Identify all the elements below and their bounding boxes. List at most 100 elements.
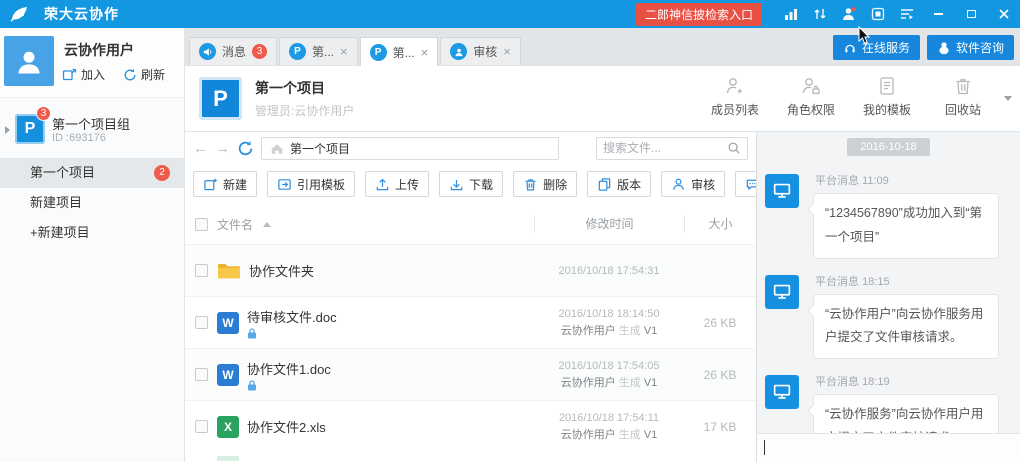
lock-icon [247, 328, 337, 339]
forward-button[interactable]: → [215, 141, 230, 156]
toolbar-button[interactable]: 下载 [439, 171, 503, 197]
word-file-icon: W [217, 364, 239, 386]
row-checkbox[interactable] [195, 264, 208, 277]
penguin-icon [937, 41, 951, 55]
join-button[interactable]: 加入 [62, 66, 105, 83]
platform-message: 平台消息 11:09 “1234567890”成功加入到“第一个项目” [757, 172, 1020, 259]
close-icon[interactable] [994, 5, 1014, 23]
group-id: ID :693176 [52, 132, 106, 144]
message-bubble: “1234567890”成功加入到“第一个项目” [813, 193, 999, 259]
folder-icon [217, 261, 241, 281]
sort-asc-icon[interactable] [263, 222, 271, 227]
file-search[interactable] [596, 137, 748, 160]
breadcrumb[interactable]: 第一个项目 [261, 137, 559, 160]
download-icon [449, 177, 464, 192]
column-size[interactable]: 大小 [684, 215, 756, 233]
modified-time: 2016/10/18 17:54:05 [534, 360, 684, 372]
sidebar-project-item[interactable]: 第一个项目 2 [0, 158, 184, 188]
file-navbar: ← → 第一个项目 [185, 132, 756, 164]
tab-label: 消息 [222, 43, 246, 60]
tab[interactable]: 审核 × [440, 37, 521, 65]
menu-list-icon[interactable] [899, 6, 915, 22]
modified-time: 2016/10/18 18:14:50 [534, 308, 684, 320]
group-badge: 3 [36, 106, 51, 121]
tab[interactable]: P 第... × [360, 37, 439, 66]
project-group-item[interactable]: P 3 第一个项目组 ID :693176 [0, 106, 184, 158]
row-checkbox[interactable] [195, 368, 208, 381]
back-button[interactable]: ← [193, 141, 208, 156]
select-all-checkbox[interactable] [195, 218, 208, 231]
toolbar-button[interactable]: 版本 [587, 171, 651, 197]
message-list: 平台消息 11:09 “1234567890”成功加入到“第一个项目” 平台消息… [757, 172, 1020, 433]
review-icon [671, 177, 686, 192]
row-checkbox[interactable] [195, 420, 208, 433]
column-modified[interactable]: 修改时间 [534, 215, 684, 233]
word-file-icon: W [217, 312, 239, 334]
file-name[interactable]: 协作文件1.doc [247, 359, 331, 378]
toolbar-button[interactable]: 审核 [661, 171, 725, 197]
file-name[interactable]: 协作文件2.xls [247, 417, 326, 436]
message-bubble: “云协作服务”向云协作用户用户提交了文件审核请求。 [813, 394, 999, 433]
toolbar-button[interactable]: 引用模板 [267, 171, 355, 197]
tab-badge: 3 [252, 44, 267, 59]
file-row[interactable]: 协作文件夹 2016/10/18 17:54:31 [185, 244, 756, 296]
chevron-down-icon[interactable] [1004, 96, 1012, 101]
stats-icon[interactable] [783, 6, 799, 22]
sidebar-project-item[interactable]: 新建项目 [0, 188, 184, 218]
refresh-user-button[interactable]: 刷新 [123, 66, 165, 83]
message-input[interactable] [756, 433, 1020, 462]
file-size: 26 KB [704, 368, 737, 382]
modified-time: 2016/10/18 17:54:31 [534, 265, 684, 277]
file-name[interactable]: 协作文件夹 [249, 261, 314, 280]
tab-close-icon[interactable]: × [503, 45, 511, 58]
service-button[interactable]: 在线服务 [833, 35, 920, 60]
toolbar-button[interactable]: 上传 [365, 171, 429, 197]
search-input[interactable] [603, 141, 727, 155]
breadcrumb-path: 第一个项目 [290, 140, 350, 157]
project-icon: P [199, 77, 242, 120]
column-name[interactable]: 文件名 [217, 216, 253, 233]
message-bubble: “云协作用户”向云协作服务用户提交了文件审核请求。 [813, 294, 999, 360]
promo-entry-button[interactable]: 二郎神信披检索入口 [636, 3, 762, 26]
sidebar-project-item[interactable]: +新建项目 [0, 218, 184, 248]
review-tab-icon [450, 43, 467, 60]
user-notification-icon[interactable] [841, 6, 857, 22]
search-icon[interactable] [727, 141, 741, 155]
role-permission-icon [800, 75, 822, 97]
titlebar: 荣大云协作 二郎神信披检索入口 [0, 0, 1020, 28]
project-tab-icon: P [289, 43, 306, 60]
file-row[interactable]: W 待审核文件.doc 2016/10/18 18:14:50 云协作用户 生成 [185, 296, 756, 348]
tab[interactable]: 消息 3 [189, 37, 277, 65]
refresh-files-button[interactable] [237, 140, 254, 157]
collapse-caret-icon[interactable] [5, 126, 10, 134]
app-title: 荣大云协作 [44, 4, 119, 24]
file-row[interactable]: X 协作文件2.xls 2016/10/18 17:54:11 云协作用户 生成… [185, 400, 756, 452]
app-box-icon[interactable] [870, 6, 886, 22]
sort-arrows-icon[interactable] [812, 6, 828, 22]
user-name: 云协作用户 [64, 40, 134, 60]
toolbar-button[interactable]: 删除 [513, 171, 577, 197]
row-checkbox[interactable] [195, 316, 208, 329]
header-action-button[interactable]: 我的模板 [858, 75, 916, 118]
tab[interactable]: P 第... × [279, 37, 358, 65]
member-list-icon [724, 75, 746, 97]
tabs: 消息 3 P 第... × P 第... × [189, 37, 521, 66]
project-list: 第一个项目 2 新建项目 +新建项目 [0, 158, 184, 248]
join-icon [62, 67, 77, 82]
group-name: 第一个项目组 [52, 114, 130, 133]
minimize-icon[interactable] [928, 5, 948, 23]
file-row[interactable]: W 协作文件1.doc 2016/10/18 17:54:05 云协作用户 生成 [185, 348, 756, 400]
file-size: 26 KB [704, 316, 737, 330]
tab-close-icon[interactable]: × [340, 45, 348, 58]
toolbar-button[interactable]: 新建 [193, 171, 257, 197]
header-action-button[interactable]: 成员列表 [706, 75, 764, 118]
maximize-icon[interactable] [961, 5, 981, 23]
message-speaker-icon [199, 43, 216, 60]
file-size: 17 KB [704, 420, 737, 434]
tab-close-icon[interactable]: × [421, 46, 429, 59]
service-button[interactable]: 软件咨询 [927, 35, 1014, 60]
service-buttons: 在线服务 软件咨询 [833, 35, 1014, 60]
header-action-button[interactable]: 角色权限 [782, 75, 840, 118]
header-action-button[interactable]: 回收站 [934, 75, 992, 118]
file-name[interactable]: 待审核文件.doc [247, 307, 337, 326]
